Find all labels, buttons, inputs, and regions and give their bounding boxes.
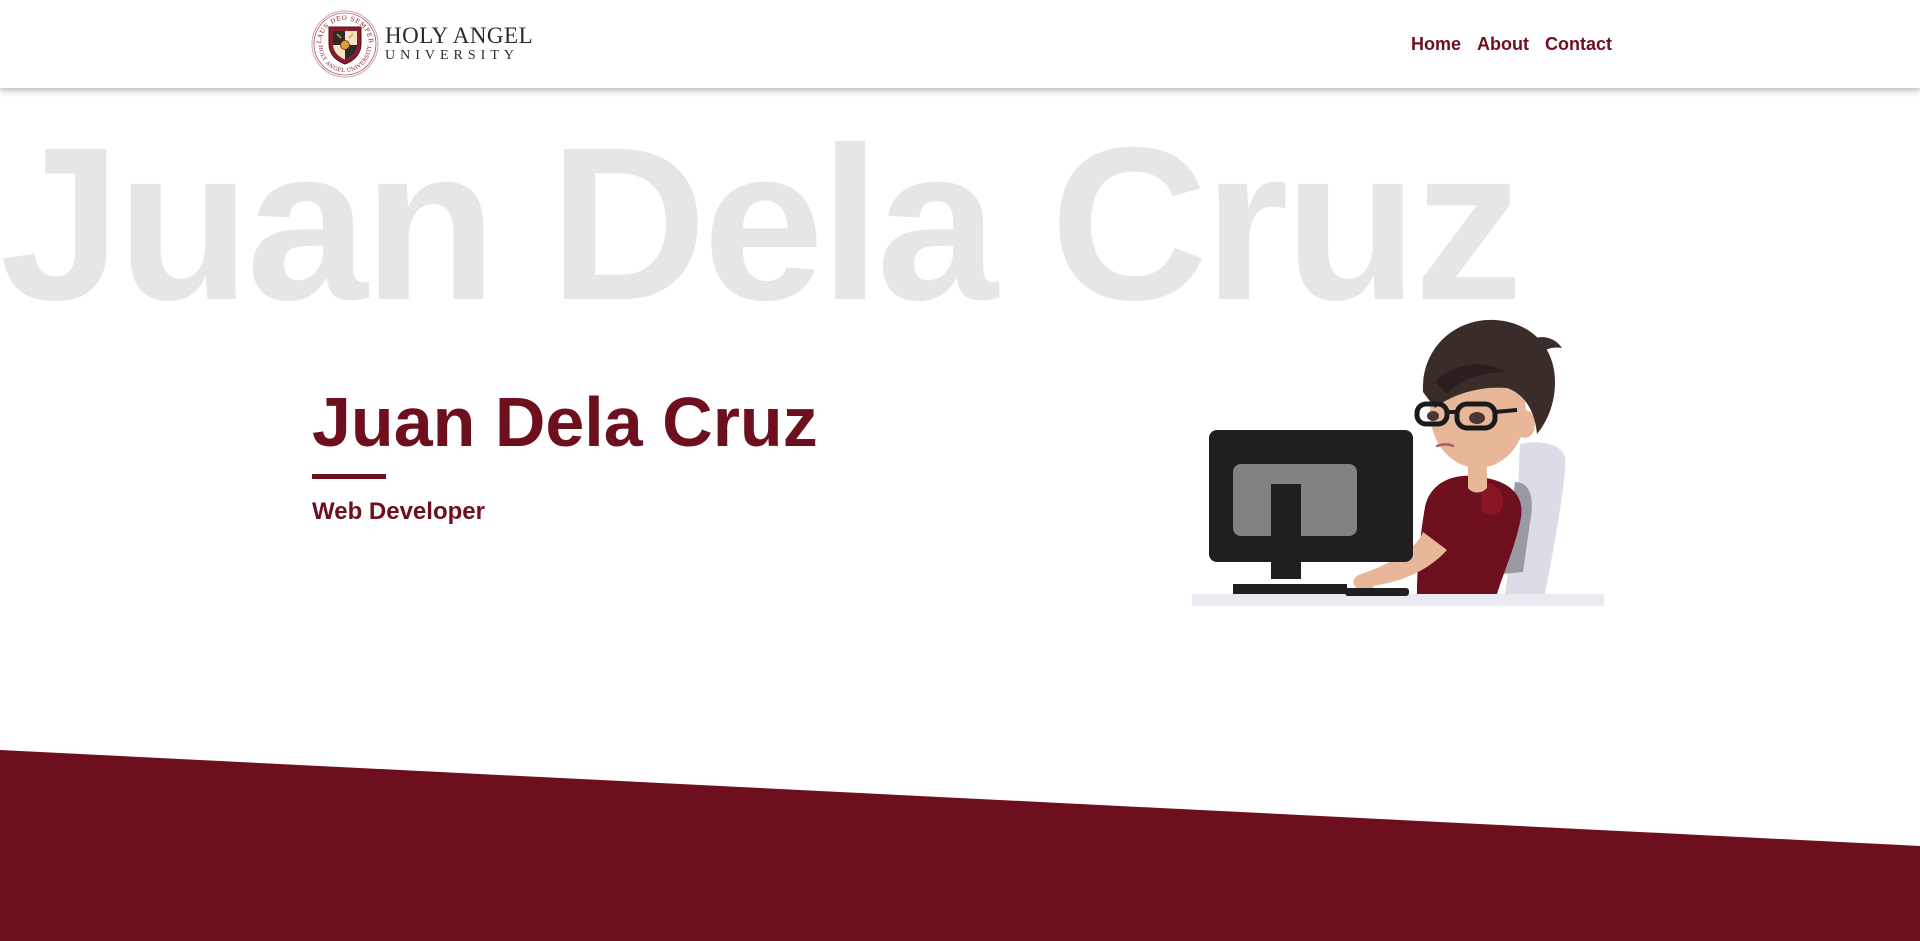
logo-line-1: HOLY ANGEL bbox=[385, 23, 534, 48]
bottom-slanted-band bbox=[0, 750, 1920, 941]
logo-wordmark: HOLY ANGEL UNIVERSITY bbox=[385, 24, 533, 64]
hero-name-heading: Juan Dela Cruz bbox=[312, 383, 818, 461]
nav-contact-link[interactable]: Contact bbox=[1545, 30, 1612, 58]
developer-at-computer-illustration bbox=[1192, 319, 1604, 606]
hero-divider bbox=[312, 474, 386, 479]
nav-home-link[interactable]: Home bbox=[1411, 30, 1461, 58]
hero-section: Juan Dela Cruz Web Developer bbox=[312, 380, 818, 527]
nav-about-link[interactable]: About bbox=[1477, 30, 1529, 58]
university-seal-icon: LAUS DEO SEMPER HOLY ANGEL UNIVERSITY bbox=[311, 10, 379, 78]
hero-role-subtitle: Web Developer bbox=[312, 498, 485, 525]
page: LAUS DEO SEMPER HOLY ANGEL UNIVERSITY HO… bbox=[0, 0, 1920, 941]
logo-line-2: UNIVERSITY bbox=[385, 48, 519, 63]
site-header: LAUS DEO SEMPER HOLY ANGEL UNIVERSITY HO… bbox=[0, 0, 1920, 88]
main-nav: Home About Contact bbox=[1411, 30, 1612, 58]
holy-angel-university-logo[interactable]: LAUS DEO SEMPER HOLY ANGEL UNIVERSITY HO… bbox=[311, 10, 533, 78]
